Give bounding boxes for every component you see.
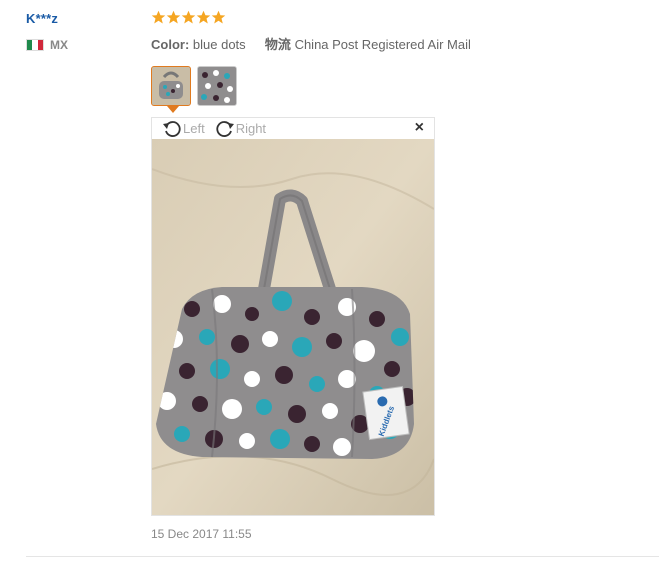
review-photo: Kiddlets: [152, 139, 434, 515]
country-code: MX: [50, 38, 68, 52]
star-icon: [196, 10, 211, 24]
color-label: Color:: [151, 37, 190, 52]
color-value: blue dots: [192, 37, 246, 52]
rotate-right-button[interactable]: Right: [215, 119, 266, 139]
thumbnail-2[interactable]: [197, 66, 237, 106]
image-viewer: Left Right × Kiddlets: [151, 117, 435, 516]
rotate-left-icon: [163, 120, 181, 137]
star-icon: [181, 10, 196, 24]
rotate-right-icon: [216, 120, 234, 137]
star-icon: [166, 10, 181, 24]
rotate-left-label: Left: [183, 121, 205, 136]
mexico-flag-icon: [26, 39, 44, 51]
viewer-toolbar: Left Right ×: [152, 118, 434, 139]
review-divider: [26, 556, 659, 557]
review-thumbnails: [151, 66, 237, 106]
thumbnail-1[interactable]: [151, 66, 191, 106]
close-icon[interactable]: ×: [415, 120, 424, 136]
active-thumbnail-pointer: [167, 106, 179, 113]
review-attributes: Color: blue dots 物流 China Post Registere…: [151, 34, 471, 53]
shipping-label: 物流: [264, 37, 291, 52]
review-date: 15 Dec 2017 11:55: [151, 527, 252, 541]
star-rating: [151, 10, 226, 25]
review-user-name: K***z: [26, 11, 59, 26]
bag-body: Kiddlets: [156, 287, 414, 459]
rotate-left-button[interactable]: Left: [162, 119, 205, 139]
star-icon: [211, 10, 226, 24]
shipping-value: China Post Registered Air Mail: [294, 37, 471, 52]
star-icon: [151, 10, 166, 24]
rotate-right-label: Right: [235, 121, 267, 136]
reviewer-country: MX: [26, 38, 68, 52]
